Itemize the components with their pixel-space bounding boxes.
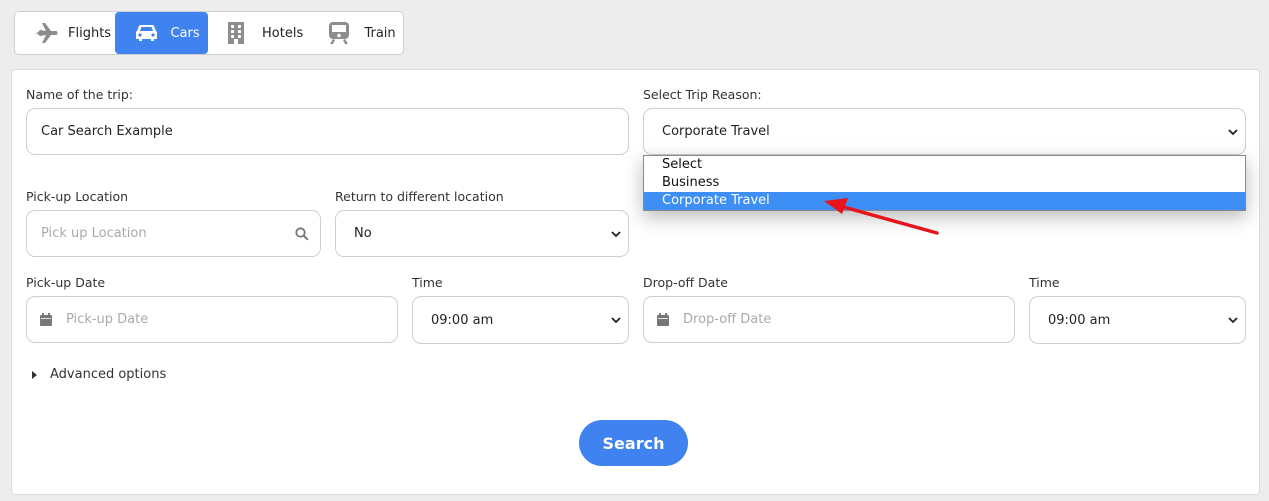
pickup-location-label: Pick-up Location [26,189,129,204]
tab-hotels[interactable]: Hotels [208,12,313,54]
search-button[interactable]: Search [579,420,688,466]
tab-flights[interactable]: Flights [16,12,115,54]
search-icon[interactable] [295,227,309,241]
dropoff-time-label: Time [1029,275,1060,290]
building-icon [226,21,246,45]
tab-label: Train [364,25,396,41]
advanced-options-label: Advanced options [50,367,167,382]
car-icon [134,24,158,42]
dropdown-option-business[interactable]: Business [644,174,1245,192]
trip-name-label: Name of the trip: [26,87,134,102]
trip-reason-dropdown: Select Business Corporate Travel [643,155,1246,211]
return-value: No [354,226,372,241]
advanced-options-toggle[interactable]: Advanced options [32,367,166,382]
travel-mode-tabs: Flights Cars Hotels Train [14,11,404,55]
pickup-location-placeholder: Pick up Location [41,226,147,241]
dropoff-time-value: 09:00 am [1048,312,1111,328]
pickup-time-value: 09:00 am [431,312,494,328]
trip-reason-select[interactable]: Corporate Travel [643,108,1246,155]
chevron-down-icon [1228,317,1238,324]
calendar-icon [40,313,52,326]
trip-name-value: Car Search Example [41,124,173,139]
pickup-time-select[interactable]: 09:00 am [412,296,629,344]
pickup-date-input[interactable]: Pick-up Date [26,296,398,343]
dropoff-date-label: Drop-off Date [643,275,728,290]
tab-label: Cars [170,25,200,41]
return-different-location-select[interactable]: No [335,210,629,257]
pickup-location-input[interactable]: Pick up Location [26,210,321,257]
pickup-date-label: Pick-up Date [26,275,106,290]
chevron-down-icon [611,317,621,324]
chevron-down-icon [1228,128,1238,135]
pickup-time-label: Time [412,275,443,290]
tab-cars[interactable]: Cars [115,12,209,54]
dropdown-option-corporate-travel[interactable]: Corporate Travel [644,192,1245,210]
chevron-down-icon [611,230,621,237]
dropoff-date-placeholder: Drop-off Date [683,312,772,327]
pickup-date-placeholder: Pick-up Date [66,312,149,327]
tab-train[interactable]: Train [313,12,403,54]
tab-label: Hotels [262,25,304,41]
dropoff-date-input[interactable]: Drop-off Date [643,296,1015,343]
dropdown-option-select[interactable]: Select [644,156,1245,174]
tab-label: Flights [68,25,112,41]
plane-icon [32,22,60,44]
return-different-location-label: Return to different location [335,189,504,204]
train-icon [328,21,350,45]
dropoff-time-select[interactable]: 09:00 am [1029,296,1246,344]
trip-name-input[interactable]: Car Search Example [26,108,629,155]
calendar-icon [657,313,669,326]
caret-right-icon [32,370,37,379]
trip-reason-label: Select Trip Reason: [643,87,762,102]
trip-reason-value: Corporate Travel [662,124,770,139]
